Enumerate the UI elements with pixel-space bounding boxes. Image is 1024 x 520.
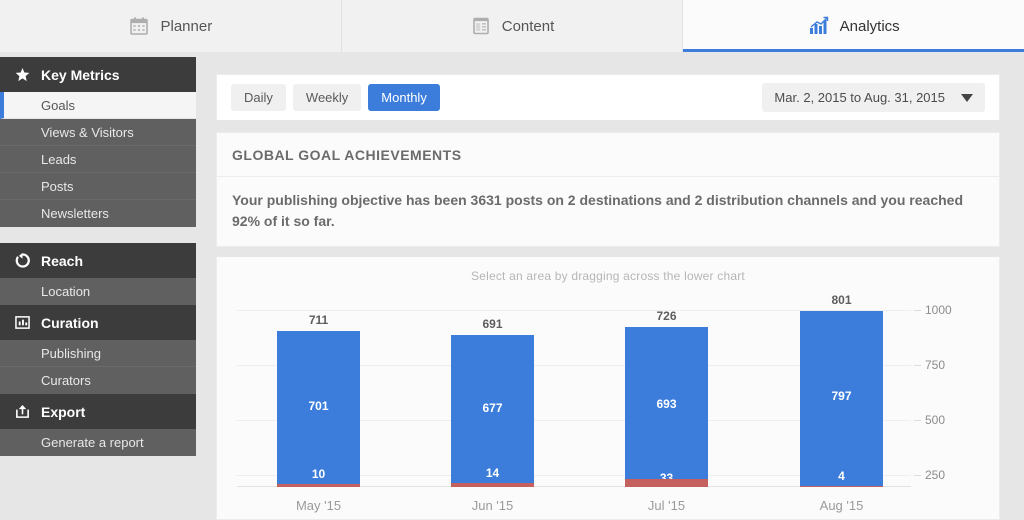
sidebar-group-key-metrics: Key Metrics Goals Views & Visitors Leads… xyxy=(0,57,196,227)
global-goal-panel: GLOBAL GOAL ACHIEVEMENTS Your publishing… xyxy=(216,132,1000,247)
x-axis-label-aug: Aug '15 xyxy=(819,498,864,513)
ytick-500 xyxy=(914,420,921,421)
tab-analytics[interactable]: Analytics xyxy=(683,0,1024,52)
sidebar-item-label: Posts xyxy=(41,178,74,194)
bar-total-label: 711 xyxy=(308,313,329,327)
tab-content[interactable]: Content xyxy=(341,0,684,52)
export-icon xyxy=(14,404,30,420)
bar-stack-aug[interactable]: 801 4 797 xyxy=(800,293,883,487)
bar-chart-icon xyxy=(808,15,830,37)
bar-segment-missed[interactable] xyxy=(451,483,534,487)
sidebar-header-curation[interactable]: Curation xyxy=(0,305,196,340)
goal-achievements-chart[interactable]: Select an area by dragging across the lo… xyxy=(216,257,1000,520)
sidebar-header-label: Reach xyxy=(41,252,84,269)
main-tabbar: Planner Content Analytics xyxy=(0,0,1024,52)
chart-box-icon xyxy=(14,315,30,331)
ytick-label-250: 250 xyxy=(925,468,946,482)
sidebar-item-label: Generate a report xyxy=(41,435,144,450)
ytick-label-500: 500 xyxy=(925,413,946,427)
bar-stack-may[interactable]: 711 10 701 xyxy=(277,313,360,487)
star-icon xyxy=(14,67,30,83)
period-daily-button[interactable]: Daily xyxy=(231,83,286,112)
ytick-1000 xyxy=(914,310,921,311)
date-range-picker[interactable]: Mar. 2, 2015 to Aug. 31, 2015 xyxy=(762,83,985,112)
sidebar-item-label: Curators xyxy=(41,373,91,388)
sidebar-header-export[interactable]: Export xyxy=(0,394,196,429)
chart-plot-area[interactable]: 1000 750 500 250 0 711 10 701 Ma xyxy=(217,293,999,519)
bar-series-value: 693 xyxy=(656,397,677,411)
period-monthly-button[interactable]: Monthly xyxy=(368,83,440,112)
sidebar-header-key-metrics[interactable]: Key Metrics xyxy=(0,57,196,92)
sidebar-item-label: Location xyxy=(41,284,91,299)
sidebar-item-newsletters[interactable]: Newsletters xyxy=(0,200,196,227)
sidebar-item-label: Newsletters xyxy=(41,206,109,221)
chevron-down-icon xyxy=(961,93,973,102)
ytick-label-750: 750 xyxy=(925,358,946,372)
sidebar-header-reach[interactable]: Reach xyxy=(0,243,196,278)
sidebar-header-label: Export xyxy=(41,403,86,420)
calendar-icon xyxy=(128,15,150,37)
period-selector: Daily Weekly Monthly xyxy=(231,83,440,112)
tab-planner[interactable]: Planner xyxy=(0,0,342,52)
sidebar-item-curators[interactable]: Curators xyxy=(0,367,196,394)
layout-icon xyxy=(470,15,492,37)
sidebar-item-location[interactable]: Location xyxy=(0,278,196,305)
bar-segment-missed[interactable] xyxy=(277,484,360,487)
bar-series-value: 677 xyxy=(482,401,503,415)
tab-analytics-label: Analytics xyxy=(839,17,900,35)
sidebar-item-label: Publishing xyxy=(41,345,101,361)
page-title: GLOBAL GOAL ACHIEVEMENTS xyxy=(217,133,999,177)
bar-total-label: 726 xyxy=(656,309,677,323)
bar-segment-value: 10 xyxy=(311,467,326,481)
sidebar-group-curation: Curation Publishing Curators xyxy=(0,305,196,394)
x-axis-label-may: May '15 xyxy=(295,498,342,513)
sidebar-item-label: Views & Visitors xyxy=(41,124,134,140)
bar-segment-achieved[interactable]: 10 701 xyxy=(277,331,360,484)
x-axis-label-jul: Jul '15 xyxy=(647,498,686,513)
bar-segment-value: 14 xyxy=(485,466,500,480)
bar-stack-jul[interactable]: 726 33 693 xyxy=(625,309,708,487)
bar-series-value: 797 xyxy=(831,389,852,403)
sidebar: Key Metrics Goals Views & Visitors Leads… xyxy=(0,57,196,500)
bar-total-label: 801 xyxy=(831,293,852,307)
sidebar-group-export: Export Generate a report xyxy=(0,394,196,456)
date-range-label: Mar. 2, 2015 to Aug. 31, 2015 xyxy=(774,90,945,105)
sidebar-item-label: Goals xyxy=(41,97,75,113)
bar-segment-achieved[interactable]: 33 693 xyxy=(625,327,708,485)
bar-segment-value: 4 xyxy=(838,469,845,483)
refresh-icon xyxy=(14,253,30,269)
sidebar-item-publishing[interactable]: Publishing xyxy=(0,340,196,367)
ytick-250 xyxy=(914,475,921,476)
sidebar-item-leads[interactable]: Leads xyxy=(0,146,196,173)
bar-segment-missed[interactable] xyxy=(625,479,708,487)
sidebar-item-views-visitors[interactable]: Views & Visitors xyxy=(0,119,196,146)
tab-content-label: Content xyxy=(501,17,555,35)
bar-series-value: 701 xyxy=(308,399,329,413)
analytics-toolbar: Daily Weekly Monthly Mar. 2, 2015 to Aug… xyxy=(216,74,1000,120)
period-weekly-button[interactable]: Weekly xyxy=(292,83,362,112)
bar-total-label: 691 xyxy=(482,317,503,331)
bar-segment-missed[interactable] xyxy=(800,486,883,487)
main-content: Daily Weekly Monthly Mar. 2, 2015 to Aug… xyxy=(196,57,1024,520)
sidebar-item-label: Leads xyxy=(41,151,77,167)
x-axis-label-jun: Jun '15 xyxy=(471,498,514,513)
chart-hint-text: Select an area by dragging across the lo… xyxy=(471,269,745,283)
bar-segment-achieved[interactable]: 4 797 xyxy=(800,311,883,486)
panel-description: Your publishing objective has been 3631 … xyxy=(232,192,963,229)
bar-stack-jun[interactable]: 691 14 677 xyxy=(451,317,534,487)
bar-segment-achieved[interactable]: 14 677 xyxy=(451,335,534,483)
sidebar-header-label: Curation xyxy=(41,314,99,331)
tab-planner-label: Planner xyxy=(160,17,213,35)
sidebar-group-reach: Reach Location xyxy=(0,243,196,305)
ytick-label-1000: 1000 xyxy=(925,303,952,317)
sidebar-item-posts[interactable]: Posts xyxy=(0,173,196,200)
sidebar-item-generate-report[interactable]: Generate a report xyxy=(0,429,196,456)
ytick-750 xyxy=(914,365,921,366)
sidebar-header-label: Key Metrics xyxy=(41,66,120,83)
sidebar-item-goals[interactable]: Goals xyxy=(0,92,196,119)
